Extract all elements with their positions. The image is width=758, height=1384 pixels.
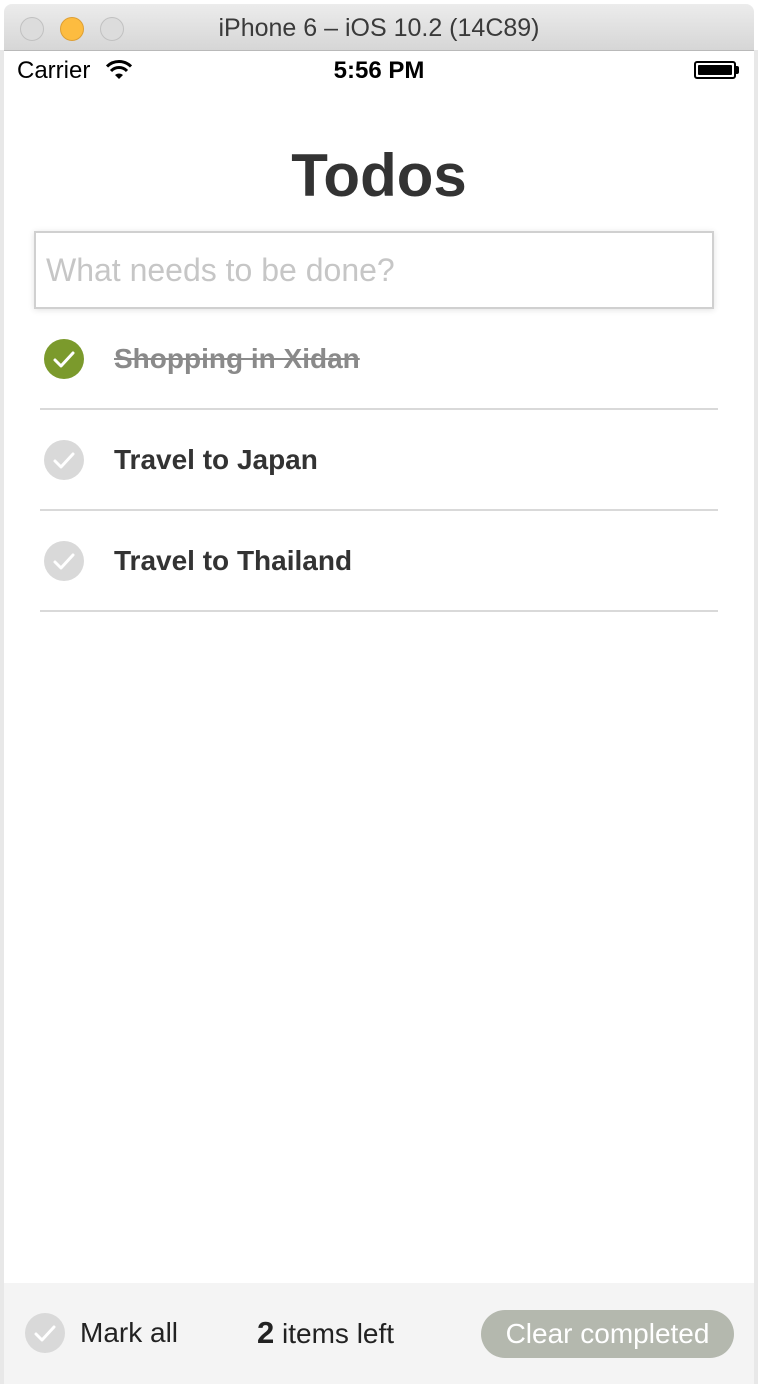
todo-item: Travel to Thailand: [40, 511, 718, 612]
items-left-counter: 2 items left: [257, 1315, 394, 1351]
status-time: 5:56 PM: [333, 57, 425, 84]
todo-label[interactable]: Travel to Thailand: [114, 545, 352, 577]
todo-label[interactable]: Travel to Japan: [114, 444, 318, 476]
simulator-window: iPhone 6 – iOS 10.2 (14C89) Carrier 5:56…: [0, 0, 758, 1384]
desktop-background-right: [754, 50, 758, 1384]
todo-list: Shopping in Xidan Travel to Japan Travel…: [40, 309, 718, 612]
todo-toggle-checkmark-icon[interactable]: [44, 541, 84, 581]
mark-all-label[interactable]: Mark all: [80, 1317, 178, 1349]
device-screen: Carrier 5:56 PM Todos What needs to be d…: [4, 51, 754, 1384]
items-left-number: 2: [257, 1315, 275, 1350]
clear-completed-button[interactable]: Clear completed: [481, 1310, 734, 1358]
todo-toggle-checkmark-icon[interactable]: [44, 339, 84, 379]
new-todo-input[interactable]: [34, 231, 714, 309]
todo-toggle-checkmark-icon[interactable]: [44, 440, 84, 480]
page-title: Todos: [291, 142, 467, 209]
items-left-suffix: items left: [274, 1318, 395, 1349]
todo-item: Shopping in Xidan: [40, 309, 718, 410]
mark-all-checkmark-icon[interactable]: [25, 1313, 65, 1353]
todo-item: Travel to Japan: [40, 410, 718, 511]
window-title: iPhone 6 – iOS 10.2 (14C89): [218, 14, 540, 42]
todo-label[interactable]: Shopping in Xidan: [114, 343, 360, 375]
battery-icon: [694, 61, 739, 79]
status-bar: Carrier 5:56 PM: [4, 51, 754, 91]
footer-bar: Mark all 2 items left Clear completed: [4, 1283, 754, 1384]
window-titlebar: iPhone 6 – iOS 10.2 (14C89): [4, 4, 754, 51]
